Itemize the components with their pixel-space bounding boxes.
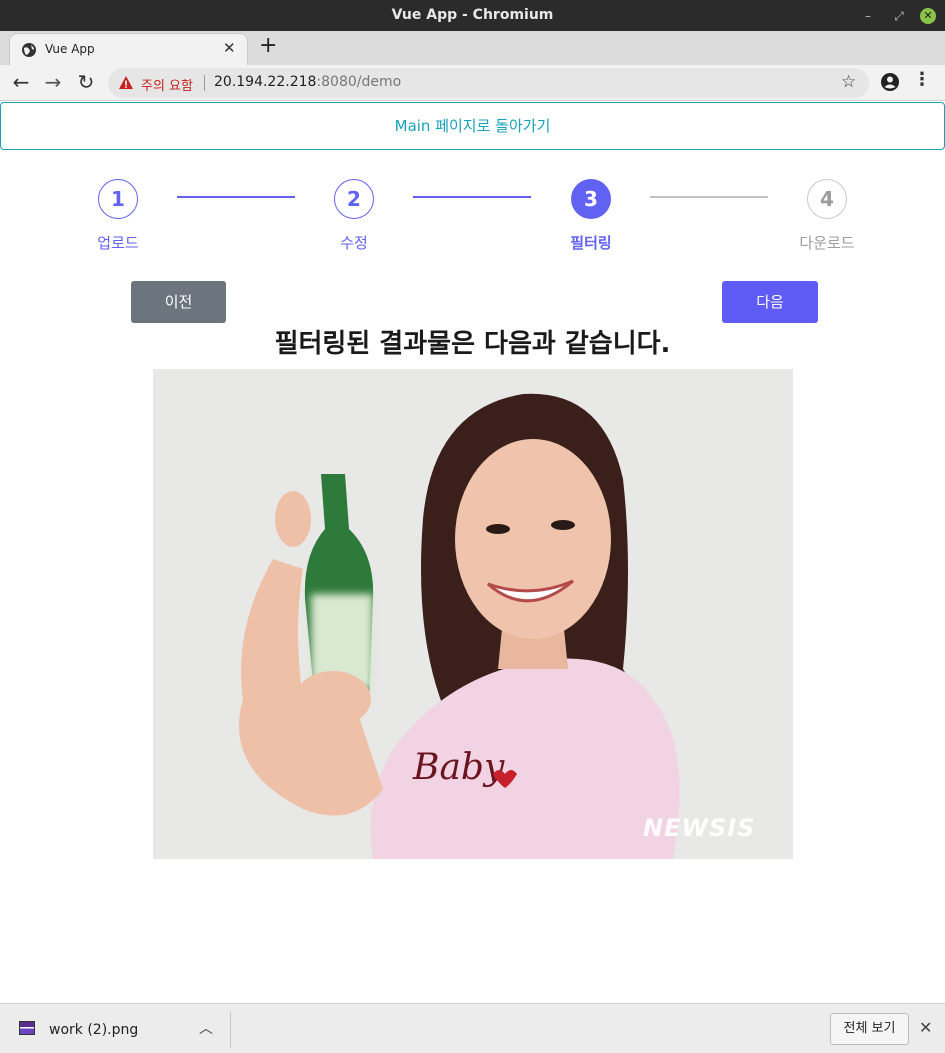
chevron-up-icon[interactable]: ︿ [199, 1018, 213, 1038]
next-button[interactable]: 다음 [722, 281, 818, 323]
download-divider [230, 1012, 231, 1048]
account-icon[interactable] [880, 72, 900, 92]
main-page-link[interactable]: Main 페이지로 돌아가기 [0, 102, 945, 150]
omnibox-divider [204, 75, 205, 91]
kebab-menu-icon[interactable]: ⋮ [913, 69, 931, 90]
image-file-icon [19, 1021, 35, 1035]
step-3-label: 필터링 [570, 234, 612, 252]
minimize-icon[interactable]: – [860, 8, 876, 24]
step-4-label: 다운로드 [799, 234, 855, 252]
window-title: Vue App - Chromium [391, 7, 554, 23]
photo-illustration: Baby [153, 369, 793, 859]
browser-tab[interactable]: Vue App ✕ [9, 33, 248, 65]
new-tab-icon[interactable]: + [259, 35, 277, 57]
address-bar[interactable]: 주의 요함 20.194.22.218:8080/demo ☆ [108, 68, 869, 98]
image-watermark: NEWSIS [643, 814, 756, 842]
maximize-icon[interactable]: ⤢ [891, 8, 907, 24]
browser-toolbar: ← → ↻ 주의 요함 20.194.22.218:8080/demo ☆ ⋮ [0, 65, 945, 101]
step-connector-1 [177, 196, 295, 198]
step-1-label: 업로드 [97, 234, 139, 252]
close-window-icon[interactable]: ✕ [920, 8, 936, 24]
step-4-circle: 4 [807, 179, 847, 219]
step-1-circle: 1 [98, 179, 138, 219]
step-connector-3 [650, 196, 768, 198]
globe-icon [22, 43, 36, 57]
filtered-result-image: Baby NEWSIS [153, 369, 793, 859]
previous-button[interactable]: 이전 [131, 281, 226, 323]
window-titlebar: Vue App - Chromium – ⤢ ✕ [0, 0, 945, 31]
tab-title: Vue App [45, 42, 95, 56]
tab-strip: Vue App ✕ + [0, 31, 945, 65]
step-2-label: 수정 [340, 234, 368, 252]
warning-icon [119, 76, 133, 89]
step-2-circle: 2 [334, 179, 374, 219]
svg-text:Baby: Baby [412, 747, 505, 788]
download-file-name[interactable]: work (2).png [49, 1022, 138, 1038]
back-arrow-icon[interactable]: ← [9, 70, 33, 94]
url-text[interactable]: 20.194.22.218:8080/demo [214, 74, 401, 90]
download-bar: work (2).png ︿ 전체 보기 ✕ [0, 1003, 945, 1053]
close-tab-icon[interactable]: ✕ [223, 39, 236, 57]
step-connector-2 [413, 196, 531, 198]
result-heading: 필터링된 결과물은 다음과 같습니다. [274, 329, 671, 359]
close-download-bar-icon[interactable]: ✕ [919, 1018, 932, 1037]
page-content: Main 페이지로 돌아가기 1 업로드 2 수정 3 필터링 4 다운로드 이… [0, 101, 945, 1003]
bookmark-star-icon[interactable]: ☆ [841, 72, 856, 92]
security-label[interactable]: 주의 요함 [141, 75, 193, 94]
step-3-circle: 3 [571, 179, 611, 219]
url-host: 20.194.22.218 [214, 74, 317, 90]
show-all-button[interactable]: 전체 보기 [830, 1013, 909, 1045]
url-path: :8080/demo [316, 74, 402, 90]
reload-icon[interactable]: ↻ [74, 70, 98, 94]
forward-arrow-icon[interactable]: → [41, 70, 65, 94]
